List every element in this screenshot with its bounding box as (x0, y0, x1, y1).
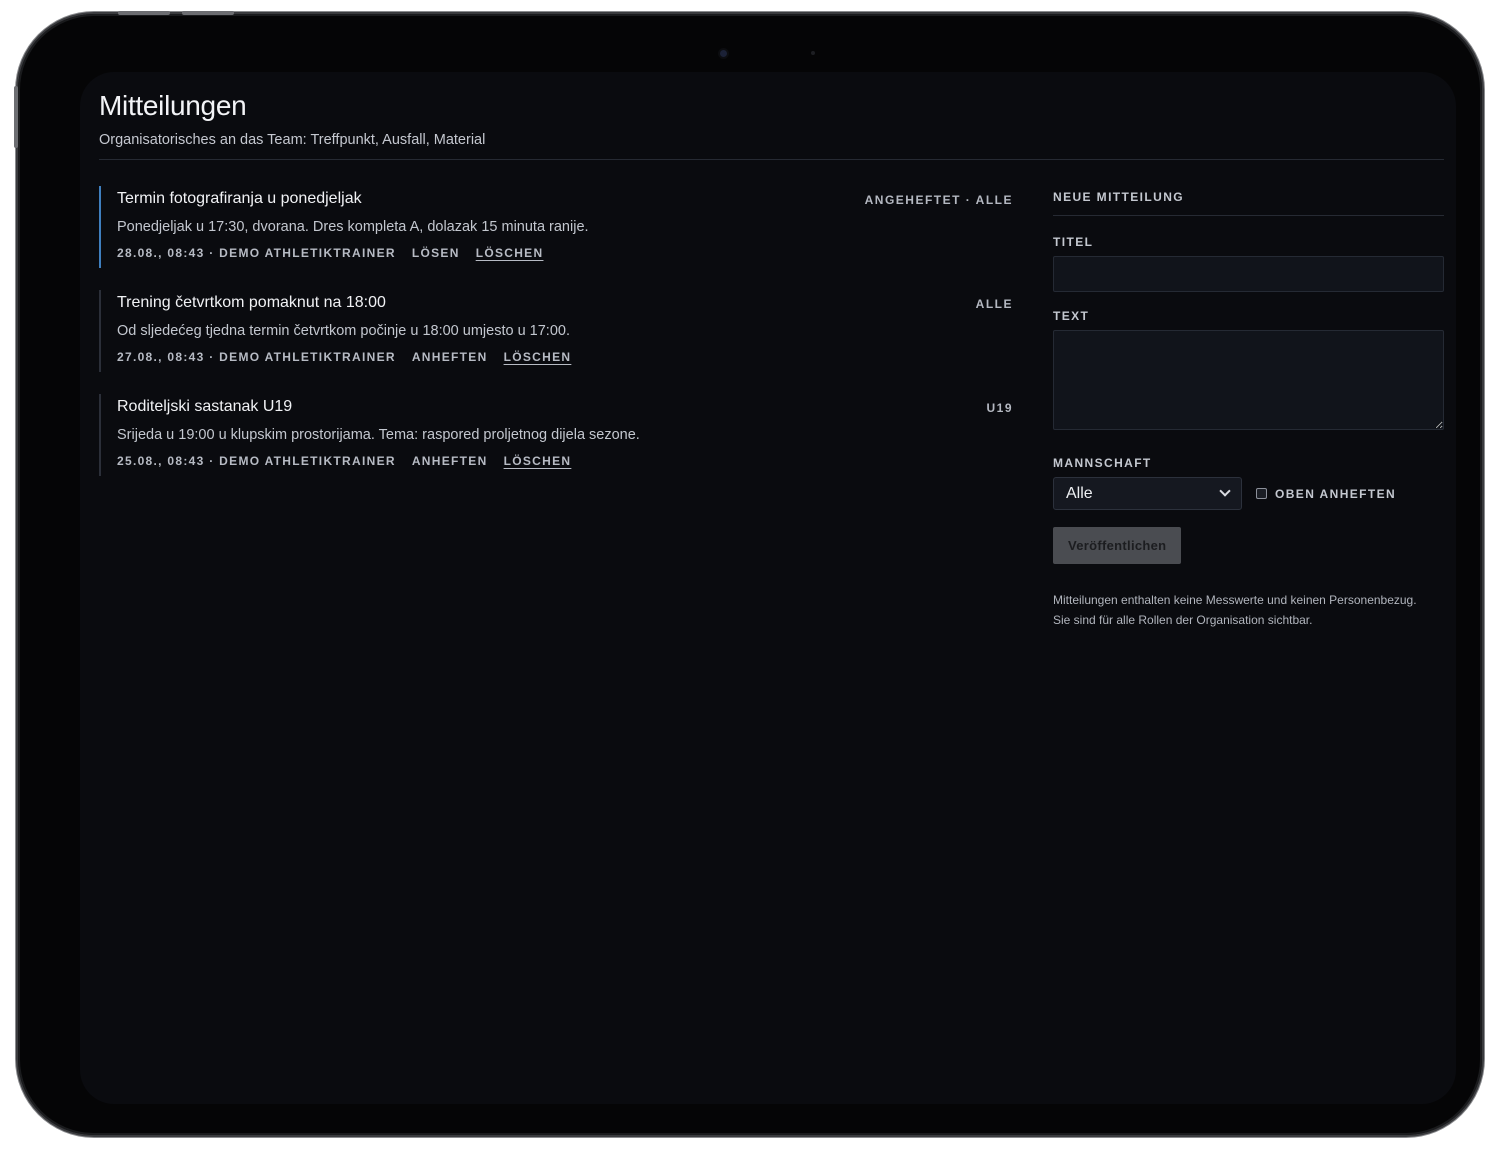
page-title: Mitteilungen (99, 90, 247, 121)
announcement-body: Srijeda u 19:00 u klupskim prostorijama.… (117, 427, 640, 443)
header-divider (99, 159, 1444, 160)
announcement-item: Trening četvrtkom pomaknut na 18:00 Od s… (99, 290, 1013, 372)
chevron-down-icon (1219, 485, 1231, 497)
delete-link[interactable]: LÖSCHEN (504, 453, 572, 469)
delete-link[interactable]: LÖSCHEN (476, 245, 544, 261)
page-subtitle: Organisatorisches an das Team: Treffpunk… (99, 132, 486, 148)
privacy-note-line: Sie sind für alle Rollen der Organisatio… (1053, 613, 1313, 627)
announcement-meta-row: 27.08., 08:43 · DEMO ATHLETIKTRAINER ANH… (117, 349, 1013, 365)
announcement-body: Od sljedećeg tjedna termin četvrtkom poč… (117, 323, 570, 339)
volume-down-button (182, 11, 234, 15)
privacy-note: Mitteilungen enthalten keine Messwerte u… (1053, 590, 1444, 630)
tablet-frame: Mitteilungen Organisatorisches an das Te… (18, 14, 1482, 1135)
announcement-title: Roditeljski sastanak U19 (117, 398, 293, 415)
ambient-sensor (811, 51, 815, 55)
announcement-meta-row: 28.08., 08:43 · DEMO ATHLETIKTRAINER LÖS… (117, 245, 1013, 261)
announcement-item: Roditeljski sastanak U19 Srijeda u 19:00… (99, 394, 1013, 476)
announcement-tag: U19 (986, 401, 1013, 415)
privacy-note-line: Mitteilungen enthalten keine Messwerte u… (1053, 593, 1417, 607)
team-label: MANNSCHAFT (1053, 456, 1152, 470)
front-camera (720, 50, 727, 57)
announcement-body: Ponedjeljak u 17:30, dvorana. Dres kompl… (117, 219, 589, 235)
announcement-title: Trening četvrtkom pomaknut na 18:00 (117, 294, 386, 311)
form-heading: NEUE MITTEILUNG (1053, 190, 1444, 216)
app-screen: Mitteilungen Organisatorisches an das Te… (80, 72, 1456, 1104)
pin-checkbox-label[interactable]: OBEN ANHEFTEN (1275, 487, 1396, 501)
unpin-button[interactable]: LÖSEN (412, 245, 460, 261)
announcement-item: Termin fotografiranja u ponedjeljak Pone… (99, 186, 1013, 268)
team-row: Alle OBEN ANHEFTEN (1053, 477, 1444, 510)
delete-link[interactable]: LÖSCHEN (504, 349, 572, 365)
announcement-meta: 25.08., 08:43 · DEMO ATHLETIKTRAINER (117, 454, 396, 468)
pin-checkbox[interactable] (1256, 488, 1267, 499)
team-select[interactable]: Alle (1053, 477, 1242, 510)
volume-up-button (118, 11, 170, 15)
pin-button[interactable]: ANHEFTEN (412, 453, 488, 469)
publish-button[interactable]: Veröffentlichen (1053, 527, 1182, 564)
title-input[interactable] (1053, 256, 1444, 292)
text-label: TEXT (1053, 309, 1090, 323)
announcement-tag: ANGEHEFTET · ALLE (864, 193, 1013, 207)
page-header: Mitteilungen Organisatorisches an das Te… (99, 90, 1444, 148)
title-label: TITEL (1053, 235, 1094, 249)
announcement-meta-row: 25.08., 08:43 · DEMO ATHLETIKTRAINER ANH… (117, 453, 1013, 469)
announcement-meta: 27.08., 08:43 · DEMO ATHLETIKTRAINER (117, 350, 396, 364)
new-announcement-form: NEUE MITTEILUNG TITEL TEXT MANNSCHAFT Al… (1053, 190, 1444, 630)
text-input[interactable] (1053, 330, 1444, 430)
pin-button[interactable]: ANHEFTEN (412, 349, 488, 365)
power-button (14, 86, 18, 148)
team-select-value: Alle (1066, 484, 1093, 502)
announcement-tag: ALLE (975, 297, 1013, 311)
announcement-list: Termin fotografiranja u ponedjeljak Pone… (99, 186, 1013, 498)
announcement-meta: 28.08., 08:43 · DEMO ATHLETIKTRAINER (117, 246, 396, 260)
